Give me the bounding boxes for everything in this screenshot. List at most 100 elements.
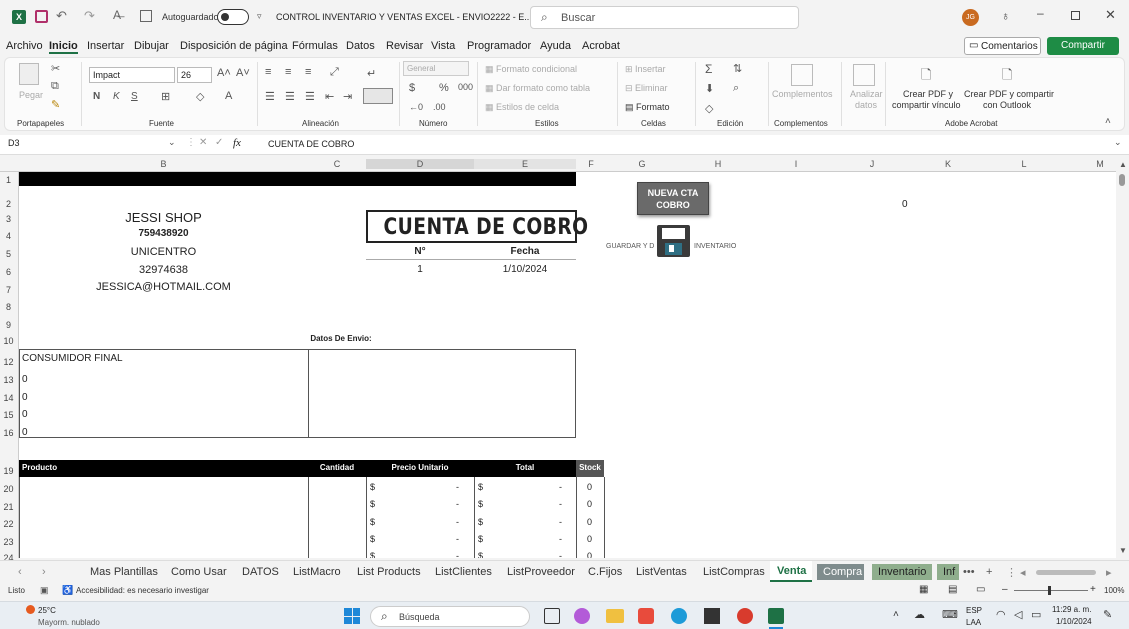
column-header-c[interactable]: C (308, 159, 366, 169)
bold-icon[interactable]: N (93, 91, 100, 102)
sheet-tab[interactable]: Compra (817, 564, 864, 580)
insert-cells-button[interactable]: ⊞ Insertar (625, 64, 666, 75)
tab-datos[interactable]: Datos (346, 40, 375, 52)
row-header[interactable]: 13 (0, 375, 17, 385)
fill-color-icon[interactable]: ◇ (196, 90, 204, 103)
taskbar-search[interactable]: ⌕ Búsqueda (370, 606, 530, 627)
close-icon[interactable]: ✕ (1105, 7, 1116, 23)
cell-styles-button[interactable]: ▦ Estilos de celda (485, 102, 559, 113)
horizontal-scrollbar[interactable] (1036, 570, 1096, 575)
page-break-icon[interactable]: ▭ (976, 584, 985, 595)
decrease-font-icon[interactable]: A˅ (236, 67, 250, 79)
tab-disposicion[interactable]: Disposición de página (180, 40, 288, 52)
file-explorer-icon[interactable] (606, 609, 624, 623)
sheet-tab[interactable]: List Products (357, 566, 421, 578)
find-icon[interactable]: ⌕ (733, 82, 739, 95)
chevron-down-icon[interactable]: ▿ (257, 11, 262, 22)
copy-icon[interactable]: ⧉ (51, 80, 59, 93)
column-header-l[interactable]: L (986, 159, 1062, 169)
row-header[interactable]: 2 (0, 199, 17, 209)
copilot-icon[interactable] (574, 608, 590, 624)
row-header[interactable]: 21 (0, 502, 17, 512)
row-header[interactable]: 15 (0, 410, 17, 420)
search-box[interactable]: ⌕ Buscar (530, 6, 799, 29)
clock-date[interactable]: 1/10/2024 (1056, 617, 1092, 626)
italic-icon[interactable]: K (113, 91, 120, 102)
sheet-tab[interactable]: Como Usar (171, 566, 227, 578)
new-invoice-button[interactable]: NUEVA CTA COBRO (637, 182, 709, 215)
sheet-tab[interactable]: DATOS (242, 566, 279, 578)
currency-icon[interactable]: $ (409, 82, 415, 94)
zoom-in-icon[interactable]: + (1090, 584, 1096, 595)
volume-icon[interactable]: ◁ (1014, 608, 1022, 621)
column-header-e[interactable]: E (474, 159, 576, 169)
scroll-left-icon[interactable]: ◂ (1020, 566, 1026, 579)
macro-record-icon[interactable]: ▣ (40, 585, 49, 596)
zoom-out-icon[interactable]: – (1002, 584, 1008, 595)
sheet-tab[interactable]: ListMacro (293, 566, 341, 578)
sheet-tab[interactable]: Inf (937, 564, 959, 580)
comments-button[interactable]: ▭ Comentarios (964, 37, 1041, 55)
edge-icon[interactable] (671, 608, 687, 624)
scroll-right-icon[interactable]: ▸ (1106, 566, 1112, 579)
sheet-tab[interactable]: ListProveedor (507, 566, 575, 578)
tab-insertar[interactable]: Insertar (87, 40, 124, 52)
column-header-i[interactable]: I (758, 159, 834, 169)
indent-icon[interactable]: ⇤ (325, 90, 334, 103)
format-table-button[interactable]: ▦ Dar formato como tabla (485, 83, 590, 94)
tab-ayuda[interactable]: Ayuda (540, 40, 571, 52)
number-format-select[interactable]: General (403, 61, 469, 76)
tab-programador[interactable]: Programador (467, 40, 531, 52)
weather-temp[interactable]: 25°C (38, 606, 56, 615)
font-name-select[interactable]: Impact (89, 67, 175, 83)
row-header[interactable]: 7 (0, 285, 17, 295)
outdent-icon[interactable]: ⇥ (343, 90, 352, 103)
sheet-tab[interactable]: C.Fijos (588, 566, 622, 578)
wrap-text-icon[interactable]: ↵ (367, 67, 376, 80)
row-header[interactable]: 10 (0, 336, 17, 346)
vertical-scrollbar[interactable]: ▲ ▼ (1116, 158, 1129, 558)
tab-acrobat[interactable]: Acrobat (582, 40, 620, 52)
row-header[interactable]: 3 (0, 214, 17, 224)
insert-function-icon[interactable]: fx (233, 137, 241, 149)
prev-sheet-icon[interactable]: ‹ (18, 566, 22, 578)
task-view-icon[interactable] (544, 608, 560, 624)
conditional-format-button[interactable]: ▦ Formato condicional (485, 64, 577, 75)
row-header[interactable]: 16 (0, 428, 17, 438)
sheet-tab[interactable]: Inventario (872, 564, 932, 580)
merge-center-icon[interactable] (363, 88, 393, 104)
sheet-tab[interactable]: Mas Plantillas (90, 566, 158, 578)
invoice-title-cell[interactable]: CUENTA DE COBRO (366, 210, 588, 243)
next-sheet-icon[interactable]: › (42, 566, 46, 578)
align-top-icon[interactable]: ≡ (265, 66, 271, 78)
cancel-icon[interactable]: ✕ (199, 137, 207, 148)
lightbulb-icon[interactable]: ♁ (1001, 9, 1010, 23)
row-header[interactable]: 8 (0, 302, 17, 312)
zoom-level[interactable]: 100% (1104, 586, 1124, 595)
row-header[interactable]: 4 (0, 231, 17, 241)
addins-button[interactable]: Complementos (772, 89, 833, 99)
sort-filter-icon[interactable]: ⇅ (733, 62, 742, 75)
accessibility-icon[interactable]: ♿ (62, 585, 73, 596)
comma-style-icon[interactable]: 000 (458, 82, 473, 92)
create-pdf-link-button[interactable]: Crear PDF y (903, 89, 953, 99)
row-header[interactable]: 19 (0, 466, 17, 476)
name-box[interactable]: D3 ⌄ (4, 137, 176, 152)
enter-icon[interactable]: ✓ (215, 137, 223, 148)
analyze-data-label[interactable]: Analizar (850, 89, 883, 99)
percent-icon[interactable]: % (439, 82, 449, 94)
column-header-j[interactable]: J (834, 159, 910, 169)
paste-button[interactable]: Pegar (19, 90, 43, 100)
clear-format-icon[interactable]: A̶ (113, 8, 121, 22)
avatar[interactable]: JG (962, 9, 979, 26)
column-header-f[interactable]: F (576, 159, 606, 169)
language-indicator[interactable]: ESP (966, 606, 982, 615)
tab-revisar[interactable]: Revisar (386, 40, 423, 52)
collapse-ribbon-icon[interactable]: ˄ (1105, 116, 1111, 127)
normal-view-icon[interactable]: ▦ (919, 584, 928, 595)
autosave-toggle[interactable] (217, 9, 249, 25)
orientation-icon[interactable]: ⤢ (330, 66, 339, 79)
underline-icon[interactable]: S (131, 91, 138, 102)
tab-archivo[interactable]: Archivo (6, 40, 43, 52)
office-icon[interactable] (638, 608, 654, 624)
